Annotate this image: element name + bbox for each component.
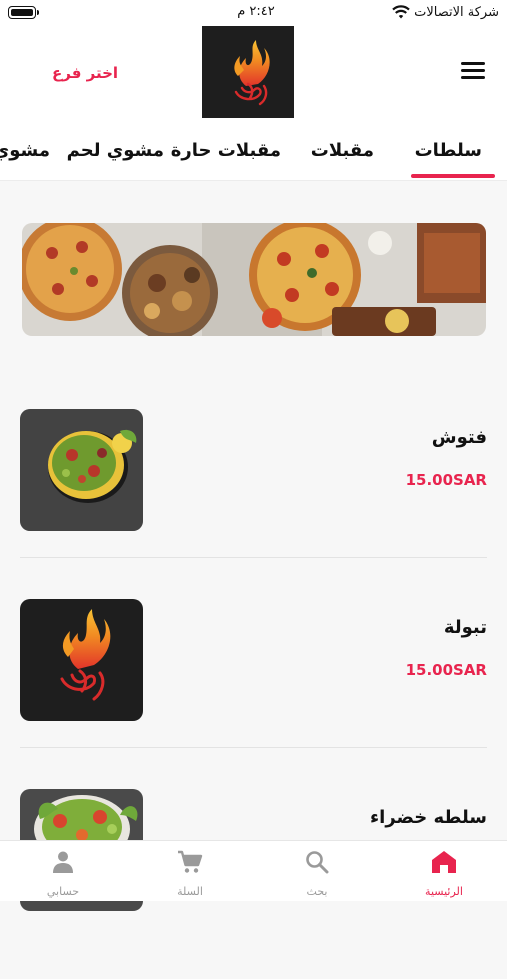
search-icon — [306, 851, 329, 874]
restaurant-logo — [202, 26, 294, 118]
active-tab-indicator — [411, 174, 495, 178]
choose-branch-button[interactable]: اختر فرع — [52, 64, 118, 82]
product-card[interactable]: تبولة 15.00SAR — [0, 599, 507, 789]
hamburger-menu-icon[interactable] — [461, 62, 485, 80]
wifi-icon — [392, 5, 410, 19]
list-divider — [20, 747, 487, 748]
product-name: سلطه خضراء — [369, 807, 487, 828]
product-price: 15.00SAR — [405, 661, 487, 679]
bottom-navigation: الرئيسية بحث السلة حسابي — [0, 840, 507, 901]
nav-home-label: الرئيسية — [425, 885, 463, 898]
person-icon — [53, 851, 73, 873]
list-divider — [20, 557, 487, 558]
tab-hot-appetizers[interactable]: مقبلات حارة — [171, 140, 281, 161]
product-card[interactable]: فتوش 15.00SAR — [0, 409, 507, 599]
tab-salads[interactable]: سلطات — [415, 140, 482, 161]
status-bar: شركة الاتصالات ٢:٤٢ م — [0, 0, 507, 26]
product-image-fattoush — [20, 409, 143, 531]
clock: ٢:٤٢ م — [237, 4, 275, 19]
tab-grills[interactable]: مشوي — [0, 140, 50, 161]
nav-cart-label: السلة — [177, 885, 203, 898]
carrier-name: شركة الاتصالات — [414, 5, 499, 20]
cart-icon — [178, 850, 203, 873]
product-name: تبولة — [443, 617, 487, 638]
home-icon — [432, 851, 456, 873]
tab-grilled-meat[interactable]: مشوي لحم — [67, 140, 164, 161]
product-image-tabbouleh — [20, 599, 143, 721]
nav-account[interactable]: حسابي — [0, 841, 126, 901]
nav-account-label: حسابي — [46, 885, 80, 898]
category-tabs: سلطات مقبلات مقبلات حارة مشوي لحم مشوي — [0, 124, 507, 181]
nav-search[interactable]: بحث — [254, 841, 380, 901]
nav-search-label: بحث — [306, 885, 328, 898]
nav-cart[interactable]: السلة — [127, 841, 253, 901]
nav-home[interactable]: الرئيسية — [381, 841, 507, 901]
product-name: فتوش — [431, 427, 487, 448]
tab-appetizers[interactable]: مقبلات — [311, 140, 374, 161]
app-header: اختر فرع — [0, 26, 507, 124]
promo-banner[interactable] — [22, 223, 486, 336]
battery-icon — [8, 6, 39, 19]
product-price: 15.00SAR — [405, 471, 487, 489]
